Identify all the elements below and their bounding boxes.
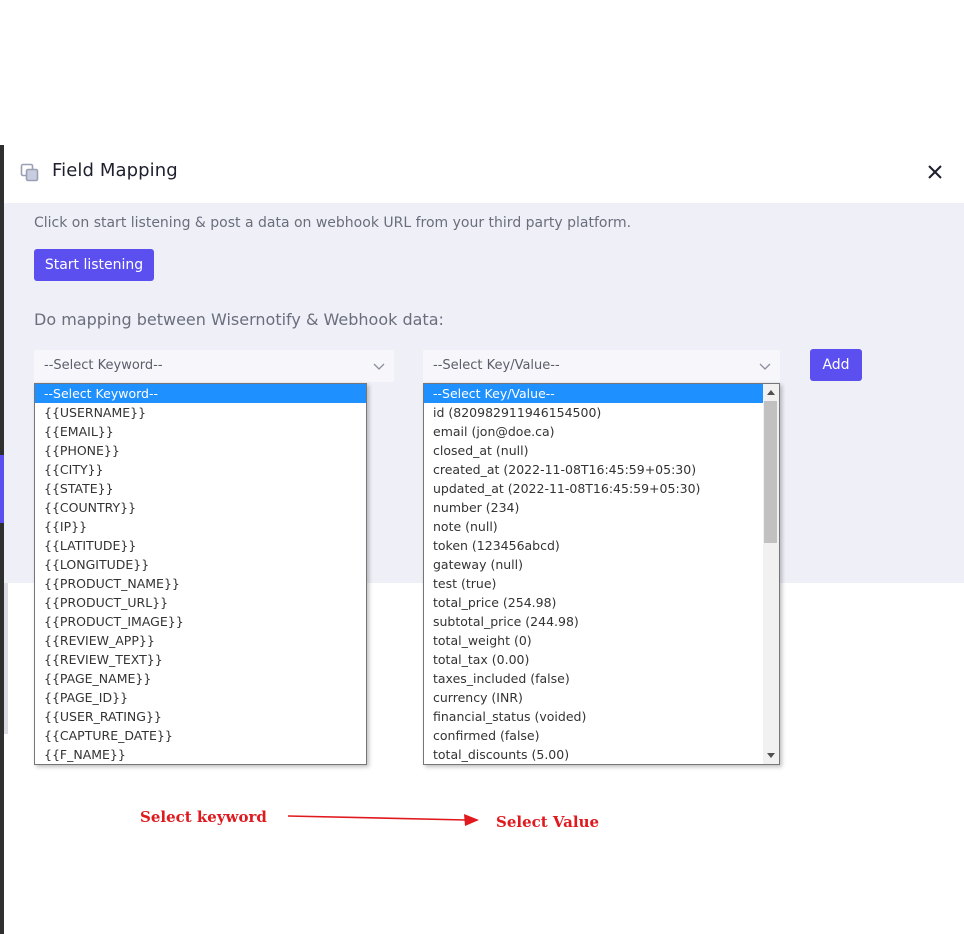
modal-title: Field Mapping [52,160,178,181]
dropdown-option[interactable]: {{CITY}} [35,460,366,479]
dropdown-option[interactable]: total_discounts (5.00) [424,745,764,764]
key-value-dropdown-list[interactable]: --Select Key/Value-- id (820982911946154… [423,383,780,765]
annotation-select-value: Select Value [496,813,600,831]
instruction-text: Click on start listening & post a data o… [34,215,632,231]
dropdown-option[interactable]: closed_at (null) [424,441,764,460]
dropdown-option[interactable]: token (123456abcd) [424,536,764,555]
dropdown-option[interactable]: --Select Key/Value-- [424,384,764,403]
dropdown-option[interactable]: {{REVIEW_TEXT}} [35,650,366,669]
dropdown-option[interactable]: created_at (2022-11-08T16:45:59+05:30) [424,460,764,479]
dropdown-option[interactable]: {{COUNTRY}} [35,498,366,517]
dropdown-option[interactable]: {{PAGE_NAME}} [35,669,366,688]
dropdown-option[interactable]: {{LONGITUDE}} [35,555,366,574]
dropdown-option[interactable]: {{LATITUDE}} [35,536,366,555]
dropdown-option[interactable]: taxes_included (false) [424,669,764,688]
dropdown-option[interactable]: subtotal_price (244.98) [424,612,764,631]
annotation-arrow-icon [287,814,479,826]
mapping-heading: Do mapping between Wisernotify & Webhook… [34,310,444,329]
dropdown-option[interactable]: --Select Keyword-- [35,384,366,403]
scroll-down-arrow-icon[interactable] [767,753,775,758]
dropdown-option[interactable]: email (jon@doe.ca) [424,422,764,441]
modal-header: Field Mapping [4,145,964,203]
dropdown-option[interactable]: {{PRODUCT_IMAGE}} [35,612,366,631]
dropdown-option[interactable]: total_price (254.98) [424,593,764,612]
dropdown-option[interactable]: {{PRODUCT_URL}} [35,593,366,612]
start-listening-button[interactable]: Start listening [34,249,154,281]
dropdown-option[interactable]: total_tax (0.00) [424,650,764,669]
keyword-dropdown-list[interactable]: --Select Keyword-- {{USERNAME}} {{EMAIL}… [34,383,367,765]
chevron-down-icon [758,359,772,373]
dropdown-option[interactable]: {{STATE}} [35,479,366,498]
dropdown-option[interactable]: test (true) [424,574,764,593]
dropdown-option[interactable]: {{PRODUCT_NAME}} [35,574,366,593]
dropdown-option[interactable]: id (820982911946154500) [424,403,764,422]
dropdown-option[interactable]: {{EMAIL}} [35,422,366,441]
dropdown-option[interactable]: total_weight (0) [424,631,764,650]
scroll-up-arrow-icon[interactable] [767,390,775,395]
dropdown-option[interactable]: {{CAPTURE_DATE}} [35,726,366,745]
dropdown-scrollbar[interactable] [763,384,779,764]
dropdown-option[interactable]: financial_status (voided) [424,707,764,726]
key-value-select[interactable]: --Select Key/Value-- [423,350,780,382]
dropdown-option[interactable]: updated_at (2022-11-08T16:45:59+05:30) [424,479,764,498]
copy-squares-icon [20,163,40,183]
keyword-select[interactable]: --Select Keyword-- [34,350,394,382]
dropdown-option[interactable]: currency (INR) [424,688,764,707]
key-value-select-value: --Select Key/Value-- [433,358,560,373]
dropdown-option[interactable]: {{PHONE}} [35,441,366,460]
dropdown-option[interactable]: gateway (null) [424,555,764,574]
close-icon[interactable] [924,161,946,183]
keyword-select-value: --Select Keyword-- [44,358,163,373]
dropdown-option[interactable]: note (null) [424,517,764,536]
chevron-down-icon [372,359,386,373]
dropdown-option[interactable]: number (234) [424,498,764,517]
dropdown-option[interactable]: {{USER_RATING}} [35,707,366,726]
dropdown-option[interactable]: {{USERNAME}} [35,403,366,422]
dropdown-option[interactable]: {{IP}} [35,517,366,536]
add-button[interactable]: Add [810,349,862,381]
dropdown-option[interactable]: {{PAGE_ID}} [35,688,366,707]
dropdown-option[interactable]: confirmed (false) [424,726,764,745]
dropdown-option[interactable]: {{REVIEW_APP}} [35,631,366,650]
dropdown-option[interactable]: {{F_NAME}} [35,745,366,764]
scrollbar-thumb[interactable] [764,401,777,543]
annotation-select-keyword: Select keyword [140,808,267,826]
